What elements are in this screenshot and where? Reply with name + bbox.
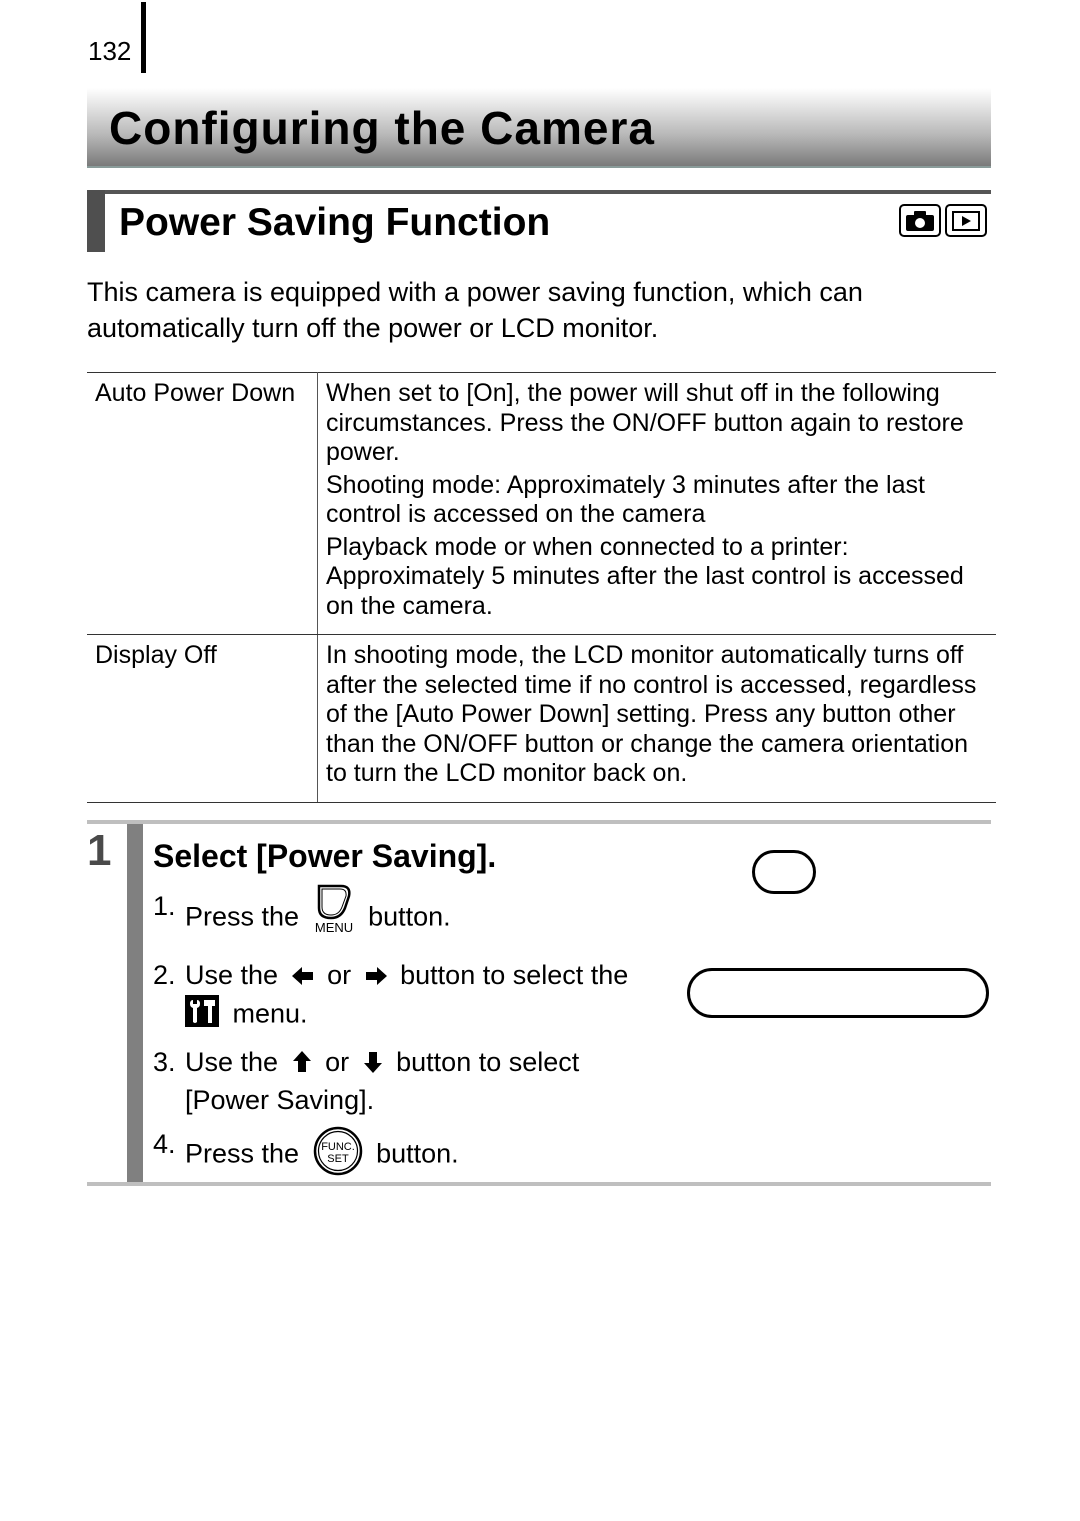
description-paragraph: Shooting mode: Approximately 3 minutes a… [326,470,925,529]
set-label: SET [327,1153,349,1165]
chapter-title: Configuring the Camera [109,102,655,154]
intro-paragraph: This camera is equipped with a power sav… [87,277,863,343]
step-title: Select [Power Saving]. [153,838,497,874]
table-row: Display Off In shooting mode, the LCD mo… [87,634,996,803]
page-number: 132 [88,36,132,66]
step-item-number: 3. [153,1046,176,1077]
down-arrow-icon [363,1046,383,1082]
mode-icons [899,204,987,237]
setup-menu-icon [185,994,219,1036]
func-label: FUNC. [321,1141,355,1153]
description-paragraph: When set to [On], the power will shut of… [326,379,964,466]
left-arrow-icon [291,959,314,995]
step-item: 4. Press the FUNC. SET button. [153,1126,673,1185]
section-marker [87,190,105,252]
step-item: 1. Press the MENU button. [153,884,673,949]
step-item-text: Press the [185,901,300,932]
setting-description: When set to [On], the power will shut of… [317,372,996,635]
step-item: 2. Use the or button to select the menu. [153,957,673,1036]
step-item-text: button to select [396,1046,580,1077]
camera-shooting-mode-icon [899,204,941,237]
step-item-text: [Power Saving]. [185,1084,375,1115]
menu-button-icon: MENU [313,882,355,943]
step-item-text: or [327,960,352,990]
step-item-text: menu. [232,998,308,1029]
up-arrow-icon [292,1046,312,1082]
description-paragraph: Playback mode or when connected to a pri… [326,532,964,620]
step-item-text: button to select the [400,960,629,990]
page-number-rule [141,2,146,73]
chapter-header: Configuring the Camera [87,88,991,168]
lcd-placeholder-wide [687,968,989,1018]
step-bar [127,824,143,1182]
step-item-text: button. [368,901,451,932]
step-item-number: 1. [153,891,176,921]
playback-mode-icon [945,204,987,237]
step-box: 1 Select [Power Saving]. 1. Press the ME… [87,820,991,1186]
table-row: Auto Power Down When set to [On], the po… [87,372,996,635]
step-item-text: or [325,1046,350,1077]
section-header: Power Saving Function [87,190,991,252]
step-instructions: 1. Press the MENU button. 2. Use the or [153,884,673,1193]
setting-name: Display Off [87,634,318,803]
step-number: 1 [87,826,112,875]
step-item: 3. Use the or button to select [Power Sa… [153,1044,673,1118]
step-item-text: Use the [185,960,279,990]
step-item-text: Use the [185,1046,279,1077]
setting-name: Auto Power Down [87,372,318,635]
func-set-button-icon: FUNC. SET [313,1126,363,1185]
right-arrow-icon [365,959,387,995]
settings-table: Auto Power Down When set to [On], the po… [87,372,996,803]
step-item-number: 2. [153,960,176,990]
setting-description: In shooting mode, the LCD monitor automa… [317,634,996,803]
step-item-number: 4. [153,1128,176,1159]
step-item-text: button. [376,1138,459,1169]
menu-label: MENU [314,920,352,934]
section-title: Power Saving Function [119,201,551,244]
description-paragraph: In shooting mode, the LCD monitor automa… [326,641,977,787]
lcd-placeholder-small [752,850,816,894]
step-item-text: Press the [185,1138,300,1169]
